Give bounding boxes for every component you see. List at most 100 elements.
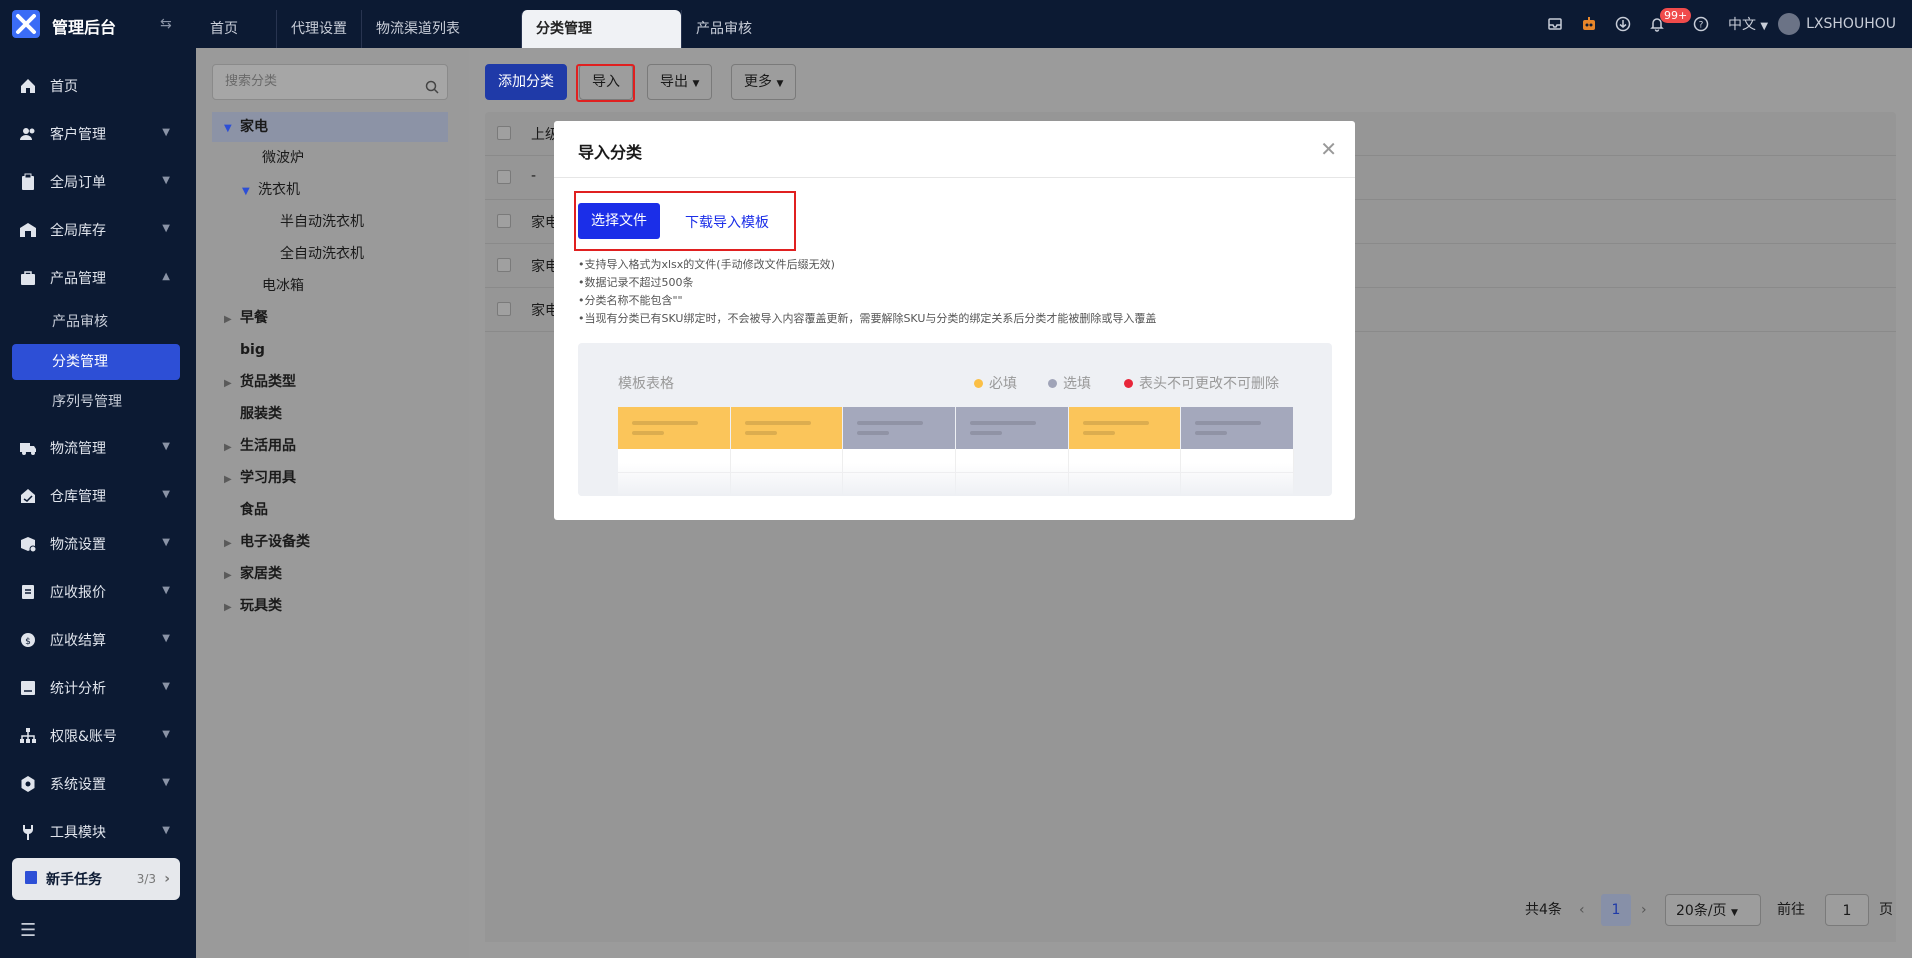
sidebar-item-label: 物流管理 (50, 441, 106, 457)
language-selector[interactable]: 中文 ▼ (1718, 14, 1778, 34)
sidebar-item-logistics-settings[interactable]: 物流设置 ▼ (0, 524, 196, 564)
sidebar-item-system-settings[interactable]: 系统设置 ▼ (0, 764, 196, 804)
tree-node-label: 家居类 (240, 566, 282, 582)
tree-node-microwave[interactable]: 微波炉 (262, 143, 304, 173)
menu-collapse-icon[interactable]: ☰ (20, 920, 36, 941)
row-checkbox[interactable] (497, 214, 511, 228)
template-header-cell (956, 407, 1068, 449)
more-label: 更多 (744, 74, 772, 90)
tree-node-clothing[interactable]: 服装类 (240, 399, 282, 429)
sidebar-item-inventory[interactable]: 全局库存 ▼ (0, 210, 196, 250)
tree-node-food[interactable]: 食品 (240, 495, 268, 525)
users-icon (18, 124, 38, 144)
tab-category-management[interactable]: 分类管理 (521, 10, 681, 48)
inbox-icon[interactable] (1538, 0, 1572, 48)
chart-icon (18, 678, 38, 698)
tree-node-electronics[interactable]: ▶ 电子设备类 (224, 527, 310, 557)
tab-logistics-channels[interactable]: 物流渠道列表 (361, 10, 521, 48)
sidebar: 首页 客户管理 ▼ 全局订单 ▼ 全局库存 ▼ 产品管理 ▲ 产品审核 分类管理… (0, 48, 196, 958)
sidebar-item-receivable-quotes[interactable]: 应收报价 ▼ (0, 572, 196, 612)
tree-node-stationery[interactable]: ▶ 学习用具 (224, 463, 296, 493)
export-button[interactable]: 导出 ▼ (647, 64, 713, 100)
tree-node-appliances[interactable]: ▼ 家电 (212, 112, 448, 142)
placeholder-line (970, 421, 1036, 425)
sidebar-item-tools[interactable]: 工具模块 ▼ (0, 812, 196, 852)
sidebar-item-products[interactable]: 产品管理 ▲ (0, 258, 196, 298)
tree-node-washing-machine[interactable]: ▼ 洗衣机 (242, 175, 300, 205)
sidebar-item-label: 客户管理 (50, 127, 106, 143)
legend-label: 必填 (989, 376, 1017, 392)
caret-right-icon[interactable]: ▶ (224, 593, 240, 623)
sidebar-item-receivable-settlement[interactable]: $ 应收结算 ▼ (0, 620, 196, 660)
bag-icon (18, 268, 38, 288)
caret-right-icon[interactable]: ▶ (224, 529, 240, 559)
search-icon[interactable] (425, 74, 439, 108)
help-icon[interactable]: ? (1684, 0, 1718, 48)
tab-home[interactable]: 首页 (196, 10, 276, 48)
tree-node-label: 食品 (240, 502, 268, 518)
page-number-active[interactable]: 1 (1601, 894, 1631, 926)
add-category-button[interactable]: 添加分类 (485, 64, 567, 100)
total-count: 共4条 (1525, 902, 1562, 918)
caret-right-icon[interactable]: ▶ (224, 433, 240, 463)
caret-right-icon[interactable]: ▶ (224, 465, 240, 495)
caret-down-icon[interactable]: ▼ (224, 114, 240, 144)
sidebar-item-label: 物流设置 (50, 537, 106, 553)
tree-node-full-auto-washer[interactable]: 全自动洗衣机 (280, 239, 364, 269)
tree-node-big[interactable]: big (240, 335, 265, 365)
caret-down-icon[interactable]: ▼ (242, 177, 258, 207)
sidebar-item-statistics[interactable]: 统计分析 ▼ (0, 668, 196, 708)
page-size-select[interactable]: 20条/页 ▼ (1665, 894, 1761, 926)
tree-node-breakfast[interactable]: ▶ 早餐 (224, 303, 268, 333)
tree-node-goods-type[interactable]: ▶ 货品类型 (224, 367, 296, 397)
sidebar-item-orders[interactable]: 全局订单 ▼ (0, 162, 196, 202)
legend-optional: 选填 (1048, 373, 1091, 393)
app-logo-icon[interactable] (12, 10, 40, 38)
download-template-link[interactable]: 下载导入模板 (685, 212, 769, 232)
caret-right-icon[interactable]: ▶ (224, 561, 240, 591)
goto-page-input[interactable]: 1 (1825, 894, 1869, 926)
tabs-toggle-icon[interactable]: ⇆ (160, 16, 172, 32)
choose-file-button[interactable]: 选择文件 (578, 203, 660, 239)
dialog-divider (554, 177, 1355, 178)
tree-node-daily-goods[interactable]: ▶ 生活用品 (224, 431, 296, 461)
select-all-checkbox[interactable] (497, 126, 511, 140)
sidebar-item-home[interactable]: 首页 (0, 66, 196, 106)
placeholder-line (632, 431, 664, 435)
tab-product-review[interactable]: 产品审核 (681, 10, 841, 48)
row-checkbox[interactable] (497, 258, 511, 272)
tree-node-refrigerator[interactable]: 电冰箱 (262, 271, 304, 301)
bell-icon[interactable]: 99+ (1640, 0, 1692, 48)
sidebar-subitem-serial-management[interactable]: 序列号管理 (12, 384, 180, 420)
chevron-right-icon: › (164, 871, 170, 887)
robot-icon[interactable] (1572, 0, 1606, 48)
download-icon[interactable] (1606, 0, 1640, 48)
sidebar-subitem-category-management[interactable]: 分类管理 (12, 344, 180, 380)
tree-node-label: 微波炉 (262, 150, 304, 166)
tree-node-toys[interactable]: ▶ 玩具类 (224, 591, 282, 621)
prev-page-icon[interactable]: ‹ (1579, 894, 1585, 926)
sidebar-item-permissions[interactable]: 权限&账号 ▼ (0, 716, 196, 756)
more-button[interactable]: 更多 ▼ (731, 64, 797, 100)
legend-label: 选填 (1063, 376, 1091, 392)
close-icon[interactable]: ✕ (1320, 137, 1337, 161)
next-page-icon[interactable]: › (1641, 894, 1647, 926)
tree-node-semi-auto-washer[interactable]: 半自动洗衣机 (280, 207, 364, 237)
row-checkbox[interactable] (497, 170, 511, 184)
placeholder-line (1082, 421, 1149, 425)
tab-bar: 首页 代理设置 物流渠道列表 分类管理 产品审核 (196, 10, 841, 48)
tree-node-home[interactable]: ▶ 家居类 (224, 559, 282, 589)
tree-node-label: 电冰箱 (262, 278, 304, 294)
sidebar-item-warehouse[interactable]: 仓库管理 ▼ (0, 476, 196, 516)
user-menu[interactable]: LXSHOUHOU (1778, 13, 1912, 35)
sidebar-item-customers[interactable]: 客户管理 ▼ (0, 114, 196, 154)
onboarding-task-button[interactable]: 新手任务 3/3 › (12, 858, 180, 900)
caret-right-icon[interactable]: ▶ (224, 369, 240, 399)
tab-agent-settings[interactable]: 代理设置 (276, 10, 361, 48)
sidebar-subitem-product-review[interactable]: 产品审核 (12, 304, 180, 340)
caret-right-icon[interactable]: ▶ (224, 305, 240, 335)
category-search-input[interactable]: 搜索分类 (212, 64, 448, 100)
sidebar-item-logistics[interactable]: 物流管理 ▼ (0, 428, 196, 468)
task-label: 新手任务 (46, 872, 102, 888)
row-checkbox[interactable] (497, 302, 511, 316)
